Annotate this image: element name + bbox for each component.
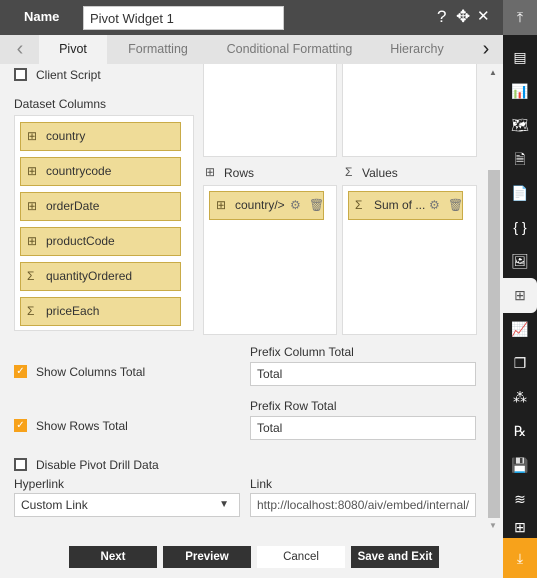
scroll-down-icon[interactable]: ▼ bbox=[489, 521, 497, 530]
tab-prev-arrow-icon[interactable]: ‹ bbox=[6, 35, 34, 64]
scroll-top-icon[interactable]: ⤒ bbox=[503, 0, 537, 35]
tab-conditional-formatting[interactable]: Conditional Formatting bbox=[209, 35, 370, 64]
help-icon[interactable]: ? bbox=[437, 7, 446, 27]
prefix-column-total-input[interactable]: Total bbox=[250, 362, 476, 386]
copy-icon[interactable]: ❐ bbox=[503, 346, 537, 381]
dataset-columns-title: Dataset Columns bbox=[14, 97, 107, 111]
save-and-exit-button[interactable]: Save and Exit bbox=[351, 546, 439, 568]
filters-drop-zone[interactable] bbox=[342, 64, 477, 157]
prefix-column-total-label: Prefix Column Total bbox=[250, 345, 354, 359]
caret-down-icon: ▼ bbox=[219, 499, 229, 510]
values-title: Values bbox=[362, 166, 398, 180]
table-icon: ⊞ bbox=[27, 234, 38, 248]
save-icon[interactable]: 💾 bbox=[503, 448, 537, 483]
tab-hierarchy[interactable]: Hierarchy bbox=[370, 35, 464, 64]
grid-icon[interactable]: ⊞ bbox=[503, 516, 537, 538]
bar-chart-icon[interactable]: 📈 bbox=[503, 312, 537, 347]
close-icon[interactable]: ✕ bbox=[477, 7, 490, 27]
trash-icon[interactable]: 🗑 bbox=[309, 192, 324, 219]
name-input[interactable] bbox=[83, 6, 284, 30]
cubes-icon[interactable]: ⁂ bbox=[503, 380, 537, 415]
sigma-icon: Σ bbox=[27, 304, 35, 318]
disable-drill-checkbox[interactable] bbox=[14, 458, 27, 471]
link-input[interactable]: http://localhost:8080/aiv/embed/internal… bbox=[250, 493, 476, 517]
field-priceeach[interactable]: ΣpriceEach bbox=[20, 297, 181, 326]
field-productcode[interactable]: ⊞ productCode bbox=[20, 227, 181, 256]
scroll-bottom-icon[interactable]: ⤓ bbox=[503, 538, 537, 578]
trash-icon[interactable]: 🗑 bbox=[448, 192, 463, 219]
sigma-icon: Σ bbox=[355, 198, 363, 212]
gear-icon[interactable]: ⚙ bbox=[290, 192, 301, 219]
field-country[interactable]: ⊞ country bbox=[20, 122, 181, 151]
show-rows-total-checkbox[interactable]: ✓ bbox=[14, 419, 27, 432]
gear-icon[interactable]: ⚙ bbox=[429, 192, 440, 219]
move-icon[interactable]: ✥ bbox=[456, 7, 470, 27]
code-braces-icon[interactable]: { } bbox=[503, 210, 537, 245]
hyperlink-label: Hyperlink bbox=[14, 477, 65, 491]
table-icon: ⊞ bbox=[205, 165, 216, 179]
preview-button[interactable]: Preview bbox=[163, 546, 251, 568]
report-icon[interactable]: 🗎 bbox=[503, 142, 537, 177]
scroll-up-icon[interactable]: ▲ bbox=[489, 68, 497, 77]
link-label: Link bbox=[250, 477, 273, 491]
map-icon[interactable]: 🗺 bbox=[503, 108, 537, 143]
columns-drop-zone[interactable] bbox=[203, 64, 337, 157]
rows-title: Rows bbox=[224, 166, 255, 180]
next-button[interactable]: Next bbox=[69, 546, 157, 568]
sigma-icon: Σ bbox=[27, 269, 35, 283]
hyperlink-select[interactable]: Custom Link ▼ bbox=[14, 493, 240, 517]
tab-formatting[interactable]: Formatting bbox=[107, 35, 209, 64]
prefix-row-total-input[interactable]: Total bbox=[250, 416, 476, 440]
tab-next-arrow-icon[interactable]: › bbox=[472, 35, 500, 64]
widget-icon[interactable]: ▤ bbox=[503, 40, 537, 75]
scrollbar-thumb[interactable] bbox=[488, 170, 500, 518]
document-icon[interactable]: 📄 bbox=[503, 176, 537, 211]
layers-icon[interactable]: ≋ bbox=[503, 482, 537, 517]
table-icon: ⊞ bbox=[27, 129, 38, 143]
show-columns-total-checkbox[interactable]: ✓ bbox=[14, 365, 27, 378]
field-quantityordered[interactable]: ΣquantityOrdered bbox=[20, 262, 181, 291]
rx-icon[interactable]: ℞ bbox=[503, 414, 537, 449]
show-columns-total-label: Show Columns Total bbox=[36, 365, 146, 379]
prefix-row-total-label: Prefix Row Total bbox=[250, 399, 337, 413]
sigma-icon: Σ bbox=[345, 165, 353, 179]
disable-drill-label: Disable Pivot Drill Data bbox=[36, 458, 159, 472]
field-orderdate[interactable]: ⊞ orderDate bbox=[20, 192, 181, 221]
pivot-icon[interactable]: ⊞ bbox=[503, 278, 537, 313]
tab-pivot[interactable]: Pivot bbox=[39, 35, 107, 64]
image-icon[interactable]: 🖼 bbox=[503, 244, 537, 279]
table-icon: ⊞ bbox=[27, 164, 38, 178]
field-countrycode[interactable]: ⊞ countrycode bbox=[20, 157, 181, 186]
values-field-sum[interactable]: Σ Sum of ... ⚙ 🗑 bbox=[348, 191, 463, 220]
table-icon: ⊞ bbox=[27, 199, 38, 213]
table-icon: ⊞ bbox=[216, 198, 227, 212]
rows-field-country[interactable]: ⊞ country/> ⚙ 🗑 bbox=[209, 191, 324, 220]
cancel-button[interactable]: Cancel bbox=[257, 546, 345, 568]
client-script-checkbox[interactable] bbox=[14, 68, 27, 81]
chart-icon[interactable]: 📊 bbox=[503, 74, 537, 109]
client-script-label: Client Script bbox=[36, 68, 101, 82]
show-rows-total-label: Show Rows Total bbox=[36, 419, 128, 433]
name-label: Name bbox=[24, 9, 60, 24]
